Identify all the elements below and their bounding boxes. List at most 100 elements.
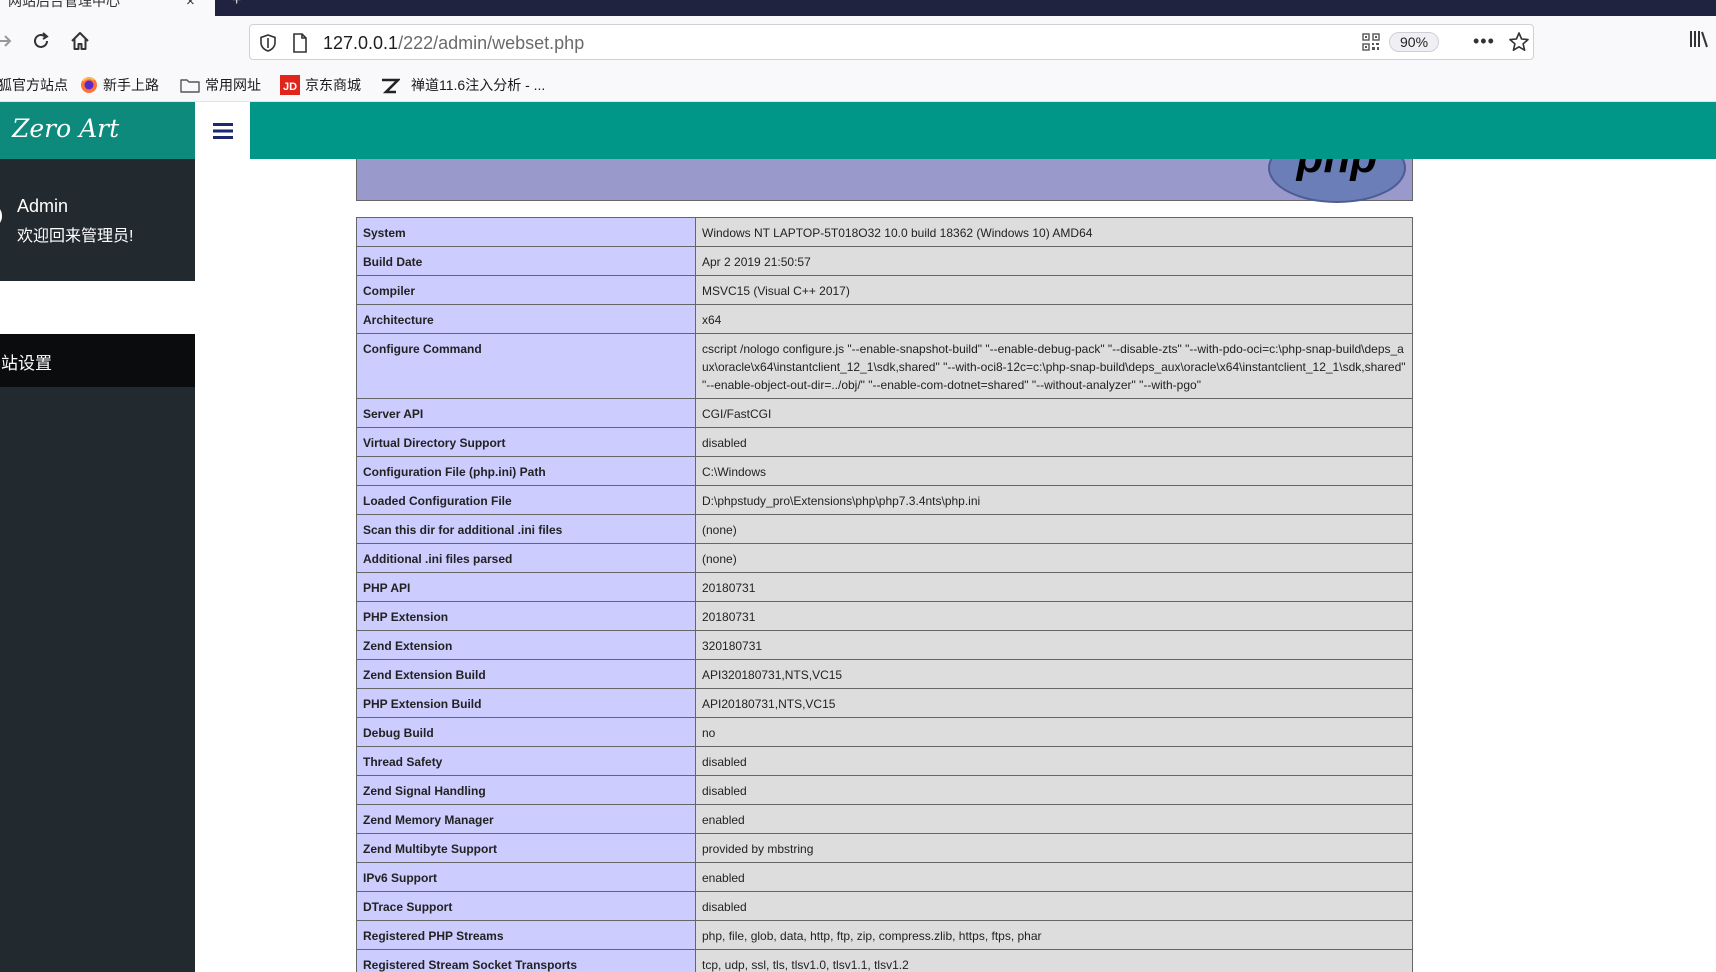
menu-toggle-button[interactable] <box>195 102 250 159</box>
phpinfo-key: Additional .ini files parsed <box>356 543 696 573</box>
phpinfo-value: php, file, glob, data, http, ftp, zip, c… <box>695 920 1413 950</box>
phpinfo-key: System <box>356 217 696 247</box>
phpinfo-value: CGI/FastCGI <box>695 398 1413 428</box>
phpinfo-value: 320180731 <box>695 630 1413 660</box>
phpinfo-key: PHP API <box>356 572 696 602</box>
phpinfo-value: D:\phpstudy_pro\Extensions\php\php7.3.4n… <box>695 485 1413 515</box>
reload-button[interactable] <box>27 26 55 56</box>
phpinfo-key: Registered PHP Streams <box>356 920 696 950</box>
phpinfo-value: API320180731,NTS,VC15 <box>695 659 1413 689</box>
phpinfo-value: disabled <box>695 891 1413 921</box>
logo-text: Zero Art <box>12 114 120 143</box>
bookmark-getting-started[interactable]: 新手上路 <box>80 75 159 95</box>
bookmark-firefox-site[interactable]: 火狐官方站点 <box>0 75 68 95</box>
table-row: Virtual Directory Support disabled <box>356 427 1413 457</box>
table-row: PHP API 20180731 <box>356 572 1413 602</box>
phpinfo-key: Scan this dir for additional .ini files <box>356 514 696 544</box>
phpinfo-key: Thread Safety <box>356 746 696 776</box>
table-row: PHP Extension Build API20180731,NTS,VC15 <box>356 688 1413 718</box>
table-row: Build Date Apr 2 2019 21:50:57 <box>356 246 1413 276</box>
phpinfo-key: PHP Extension <box>356 601 696 631</box>
folder-icon <box>180 77 200 93</box>
phpinfo-key: Zend Memory Manager <box>356 804 696 834</box>
home-icon <box>71 32 89 50</box>
phpinfo-key: Debug Build <box>356 717 696 747</box>
table-row: Registered Stream Socket Transports tcp, … <box>356 949 1413 972</box>
table-row: Scan this dir for additional .ini files(… <box>356 514 1413 544</box>
phpinfo-key: PHP Extension Build <box>356 688 696 718</box>
phpinfo-key: Zend Extension <box>356 630 696 660</box>
bookmark-star-icon[interactable] <box>1508 31 1530 58</box>
phpinfo-key: Virtual Directory Support <box>356 427 696 457</box>
table-row: Additional .ini files parsed (none) <box>356 543 1413 573</box>
phpinfo-header: php <box>356 159 1413 203</box>
table-row: Configure Command cscript /nologo configu… <box>356 333 1413 399</box>
phpinfo-key: Build Date <box>356 246 696 276</box>
phpinfo-key: DTrace Support <box>356 891 696 921</box>
user-name: Admin <box>17 196 69 216</box>
phpinfo-value: no <box>695 717 1413 747</box>
phpinfo-value: x64 <box>695 304 1413 334</box>
table-row: Zend Signal Handling disabled <box>356 775 1413 805</box>
address-bar[interactable]: 127.0.0.1/222/admin/webset.php 90% ••• <box>249 24 1534 60</box>
table-row: Zend Multibyte Support provided by mbstri… <box>356 833 1413 863</box>
table-row: Configuration File (php.ini) Path C:\Wind… <box>356 456 1413 486</box>
phpinfo-value: cscript /nologo configure.js "--enable-s… <box>695 333 1413 399</box>
table-row: Zend Extension Build API320180731,NTS,VC1… <box>356 659 1413 689</box>
url-text[interactable]: 127.0.0.1/222/admin/webset.php <box>323 33 584 54</box>
phpinfo-value: 20180731 <box>695 572 1413 602</box>
active-tab[interactable]: 网站后台管理中心 × <box>0 0 215 16</box>
sidebar-search-area <box>0 281 195 334</box>
zoom-badge[interactable]: 90% <box>1389 32 1440 52</box>
app-logo[interactable]: Zero Art <box>0 102 195 159</box>
bookmark-label: 京东商城 <box>305 77 361 93</box>
jd-icon: JD <box>280 75 300 95</box>
phpinfo-key: Zend Extension Build <box>356 659 696 689</box>
phpinfo-key: Compiler <box>356 275 696 305</box>
table-row: DTrace Support disabled <box>356 891 1413 921</box>
phpinfo-value: Windows NT LAPTOP-5T018O32 10.0 build 18… <box>695 217 1413 247</box>
page-info-icon[interactable] <box>291 32 309 59</box>
table-row: Loaded Configuration File D:\phpstudy_pro… <box>356 485 1413 515</box>
sidebar-item-label: 网站设置 <box>0 354 52 373</box>
phpinfo-value: 20180731 <box>695 601 1413 631</box>
table-row: Architecture x64 <box>356 304 1413 334</box>
phpinfo-value: Apr 2 2019 21:50:57 <box>695 246 1413 276</box>
phpinfo-key: Configure Command <box>356 333 696 399</box>
phpinfo-key: IPv6 Support <box>356 862 696 892</box>
shield-icon[interactable] <box>259 33 277 58</box>
phpinfo-value: MSVC15 (Visual C++ 2017) <box>695 275 1413 305</box>
phpinfo-key: Architecture <box>356 304 696 334</box>
close-tab-icon[interactable]: × <box>186 0 195 10</box>
bookmark-zentao[interactable]: 禅道11.6注入分析 - ... <box>380 75 545 95</box>
user-panel: Admin 欢迎回来管理员! <box>0 159 195 281</box>
new-tab-icon[interactable]: + <box>232 0 241 10</box>
tab-title: 网站后台管理中心 <box>8 0 120 9</box>
bookmarks-toolbar: 火狐官方站点 新手上路 常用网址 JD 京东商城 禅道11.6注入分析 - ..… <box>0 68 1716 102</box>
phpinfo-value: enabled <box>695 804 1413 834</box>
tab-strip: 网站后台管理中心 × + <box>0 0 1716 16</box>
phpinfo-key: Configuration File (php.ini) Path <box>356 456 696 486</box>
bookmark-jd[interactable]: JD 京东商城 <box>280 75 361 95</box>
phpinfo-key: Registered Stream Socket Transports <box>356 949 696 972</box>
bookmark-folder-common[interactable]: 常用网址 <box>180 75 261 95</box>
phpinfo-value: provided by mbstring <box>695 833 1413 863</box>
bookmark-label: 火狐官方站点 <box>0 77 68 93</box>
sidebar-item-site-settings[interactable]: 网站设置 <box>0 334 195 387</box>
arrow-right-icon <box>0 35 12 47</box>
forward-button[interactable] <box>0 26 18 56</box>
main-content: php SystemWindows NT LAPTOP-5T018O32 10.… <box>195 159 1716 972</box>
phpinfo-value: disabled <box>695 775 1413 805</box>
firefox-icon <box>80 76 98 94</box>
table-row: PHP Extension 20180731 <box>356 601 1413 631</box>
qr-code-icon[interactable] <box>1362 33 1380 56</box>
library-icon[interactable] <box>1688 28 1710 55</box>
bookmark-label: 禅道11.6注入分析 - ... <box>411 77 546 93</box>
phpinfo-value: (none) <box>695 543 1413 573</box>
bookmark-label: 常用网址 <box>205 77 261 93</box>
url-host: 127.0.0.1 <box>323 33 399 53</box>
home-button[interactable] <box>66 26 94 56</box>
svg-text:php: php <box>1296 159 1378 182</box>
more-options-icon[interactable]: ••• <box>1473 31 1495 52</box>
table-row: System Windows NT LAPTOP-5T018O32 10.0 bu… <box>356 217 1413 247</box>
